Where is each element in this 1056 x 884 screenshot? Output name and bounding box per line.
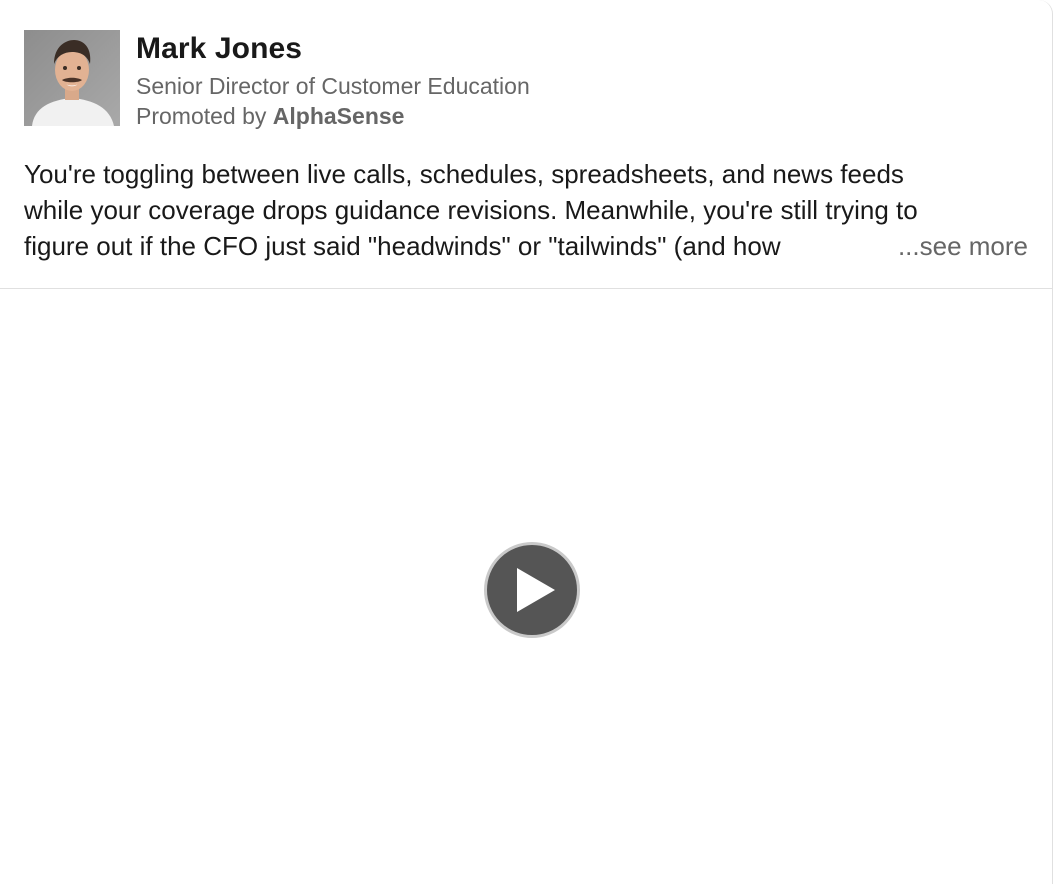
post-header: Mark Jones Senior Director of Customer E… (24, 30, 530, 131)
promoted-company[interactable]: AlphaSense (273, 103, 405, 129)
see-more-link[interactable]: ...see more (889, 228, 1028, 264)
sponsored-post-card: Mark Jones Senior Director of Customer E… (0, 0, 1053, 884)
play-button[interactable] (484, 542, 580, 638)
play-icon (484, 542, 580, 638)
author-name[interactable]: Mark Jones (136, 31, 530, 67)
video-media[interactable] (0, 289, 1052, 884)
promoted-by-label: Promoted by AlphaSense (136, 101, 530, 131)
post-body-text: You're toggling between live calls, sche… (24, 156, 1028, 264)
author-meta: Mark Jones Senior Director of Customer E… (136, 31, 530, 131)
post-body-line: while your coverage drops guidance revis… (24, 195, 918, 225)
author-title: Senior Director of Customer Education (136, 73, 530, 99)
author-avatar[interactable] (24, 30, 120, 126)
post-body-line-last: figure out if the CFO just said "headwin… (24, 228, 1028, 264)
author-photo (24, 30, 120, 126)
post-body-line: You're toggling between live calls, sche… (24, 159, 904, 189)
promoted-prefix: Promoted by (136, 103, 273, 129)
post-body-line-text: figure out if the CFO just said "headwin… (24, 231, 781, 261)
